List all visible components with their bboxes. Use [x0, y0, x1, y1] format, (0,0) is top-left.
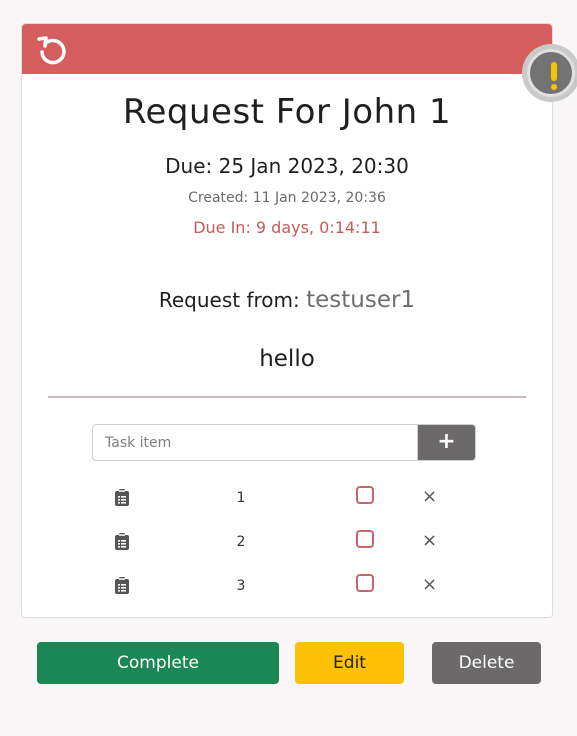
edit-button[interactable]: Edit: [295, 642, 404, 684]
task-row: 3 ×: [21, 574, 553, 604]
task-item-input[interactable]: [92, 424, 418, 461]
task-delete-icon[interactable]: ×: [422, 574, 437, 595]
task-row: 2 ×: [21, 530, 553, 560]
task-text: 3: [236, 578, 246, 594]
task-checkbox[interactable]: [356, 486, 374, 504]
delete-button[interactable]: Delete: [432, 642, 541, 684]
request-from-user: testuser1: [306, 287, 416, 313]
clipboard-icon: [115, 577, 129, 594]
divider: [48, 396, 526, 398]
request-title: Request For John 1: [122, 92, 452, 132]
request-message: hello: [259, 346, 315, 372]
request-from: Request from: testuser1: [21, 287, 553, 313]
task-checkbox[interactable]: [356, 530, 374, 548]
task-text: 2: [236, 534, 246, 550]
task-checkbox[interactable]: [356, 574, 374, 592]
clipboard-icon: [115, 533, 129, 550]
exclamation-icon: [527, 49, 575, 97]
undo-icon[interactable]: [36, 35, 68, 67]
clipboard-icon: [115, 489, 129, 506]
task-delete-icon[interactable]: ×: [422, 486, 437, 507]
created-date: Created: 11 Jan 2023, 20:36: [188, 190, 386, 206]
request-from-label: Request from:: [158, 288, 307, 312]
task-delete-icon[interactable]: ×: [422, 530, 437, 551]
complete-button[interactable]: Complete: [37, 642, 279, 684]
card-header: [22, 24, 552, 74]
add-task-button[interactable]: +: [417, 424, 476, 461]
task-row: 1 ×: [21, 486, 553, 516]
task-text: 1: [236, 490, 246, 506]
due-in-countdown: Due In: 9 days, 0:14:11: [193, 218, 381, 237]
due-date: Due: 25 Jan 2023, 20:30: [165, 154, 409, 178]
